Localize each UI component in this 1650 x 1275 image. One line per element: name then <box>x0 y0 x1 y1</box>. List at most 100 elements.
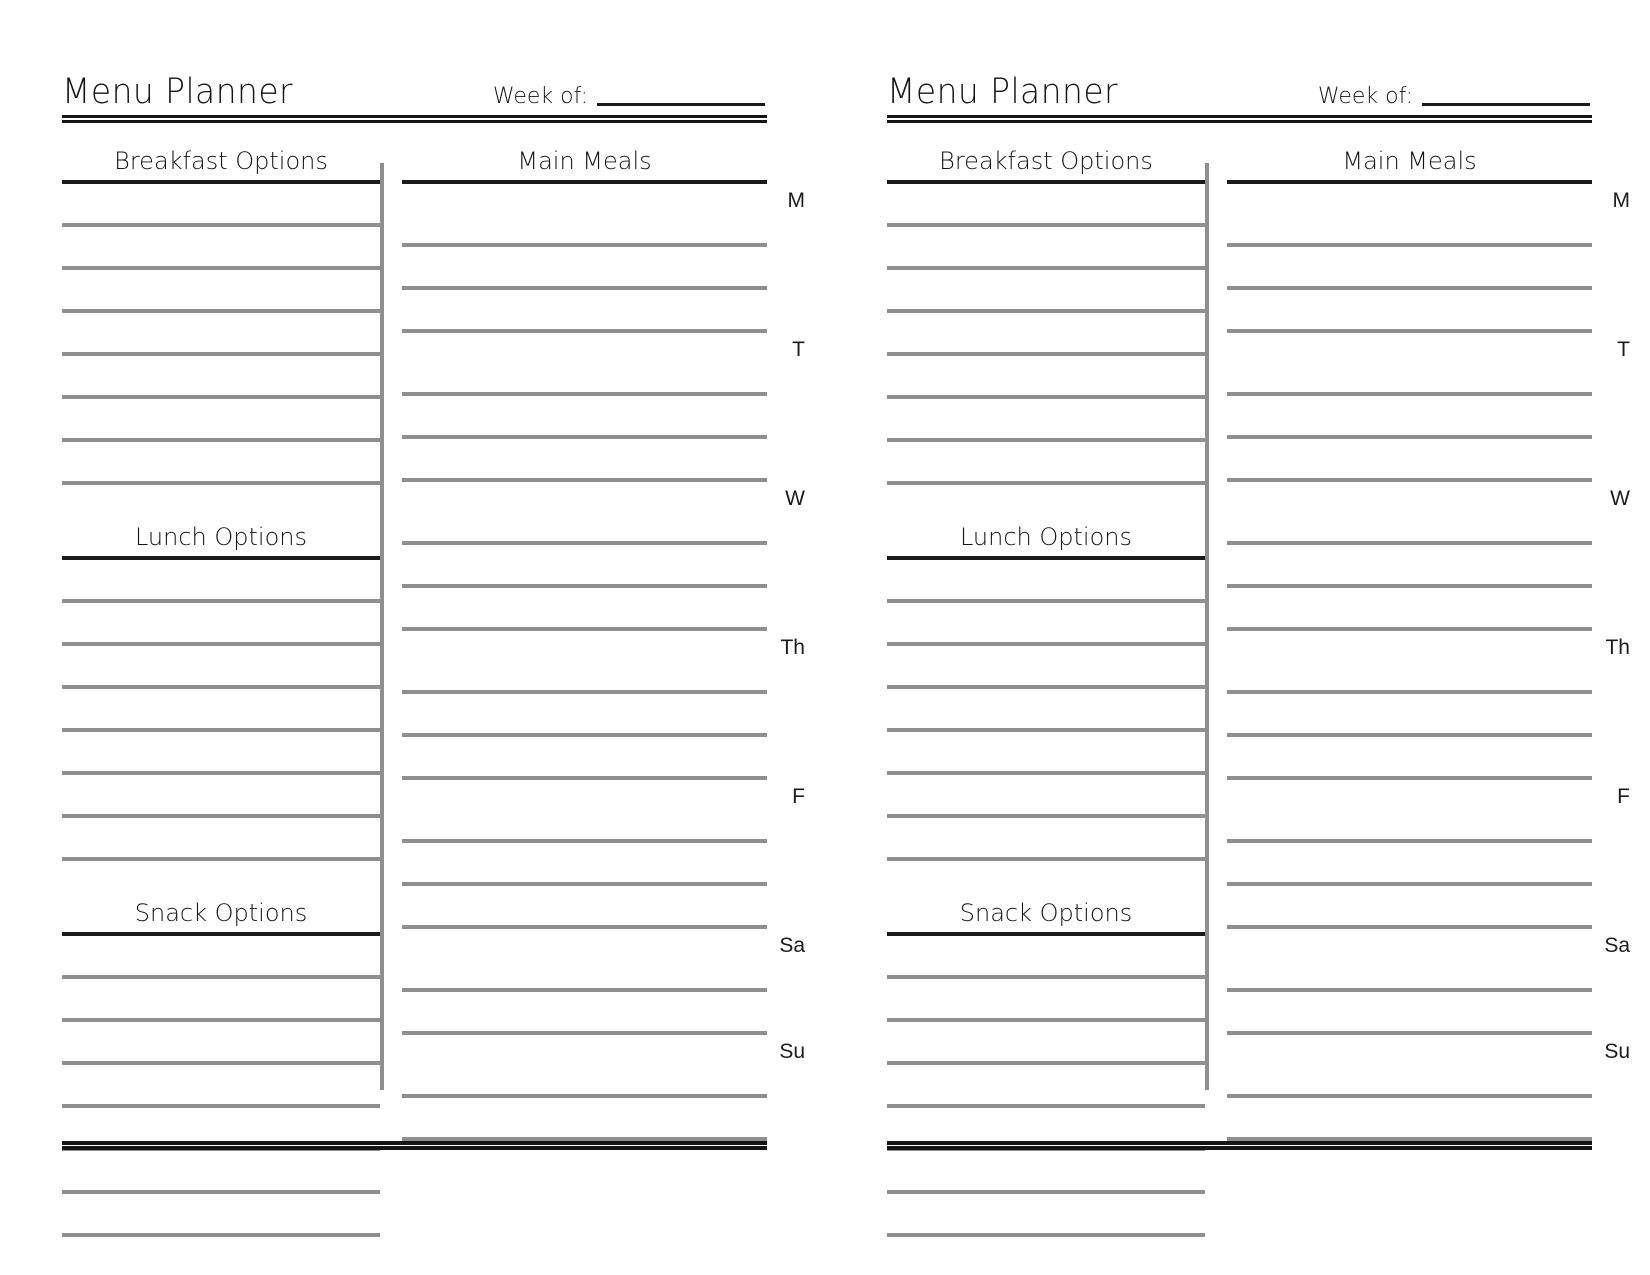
write-line[interactable] <box>1227 843 1592 886</box>
day-label: Th <box>1605 636 1630 659</box>
write-line[interactable] <box>887 227 1205 270</box>
write-line[interactable] <box>402 396 767 439</box>
day-label: F <box>792 785 805 808</box>
write-line[interactable] <box>1227 290 1592 333</box>
write-line[interactable] <box>887 646 1205 689</box>
write-line[interactable] <box>62 818 380 861</box>
write-line[interactable] <box>62 646 380 689</box>
write-line[interactable] <box>402 290 767 333</box>
write-line[interactable] <box>1227 545 1592 588</box>
write-line[interactable] <box>1227 1098 1592 1141</box>
day-group-wednesday: W <box>1227 482 1630 631</box>
write-line[interactable] <box>887 399 1205 442</box>
week-of-input[interactable] <box>1422 103 1590 106</box>
day-label: T <box>792 338 805 361</box>
write-line[interactable] <box>402 886 767 929</box>
day-group-saturday: Sa <box>402 929 805 1035</box>
week-of-field[interactable]: Week of: <box>1318 86 1590 110</box>
write-line[interactable] <box>887 356 1205 399</box>
write-line[interactable] <box>402 247 767 290</box>
write-line[interactable] <box>402 949 767 992</box>
section-lunch-options: Lunch Options <box>62 485 380 861</box>
write-line[interactable] <box>1227 353 1592 396</box>
write-line[interactable] <box>62 399 380 442</box>
write-line[interactable] <box>1227 800 1592 843</box>
write-line[interactable] <box>1227 737 1592 780</box>
write-line[interactable] <box>62 732 380 775</box>
write-line[interactable] <box>62 184 380 227</box>
week-of-field[interactable]: Week of: <box>493 86 765 110</box>
planner-header: Menu Planner Week of: <box>887 48 1592 110</box>
write-line[interactable] <box>402 439 767 482</box>
write-line[interactable] <box>62 689 380 732</box>
write-line[interactable] <box>402 1098 767 1141</box>
write-line[interactable] <box>402 545 767 588</box>
write-line[interactable] <box>402 502 767 545</box>
write-line[interactable] <box>1227 1055 1592 1098</box>
write-line[interactable] <box>887 270 1205 313</box>
write-line[interactable] <box>62 227 380 270</box>
write-line[interactable] <box>1227 694 1592 737</box>
write-line[interactable] <box>887 1194 1205 1237</box>
write-line[interactable] <box>62 270 380 313</box>
section-lunch-options: Lunch Options <box>887 485 1205 861</box>
write-line[interactable] <box>62 775 380 818</box>
write-line[interactable] <box>402 588 767 631</box>
write-line[interactable] <box>62 560 380 603</box>
write-line[interactable] <box>402 843 767 886</box>
write-line[interactable] <box>402 800 767 843</box>
write-line[interactable] <box>402 651 767 694</box>
write-line[interactable] <box>887 603 1205 646</box>
write-line[interactable] <box>1227 886 1592 929</box>
write-line[interactable] <box>402 204 767 247</box>
week-of-label: Week of: <box>492 84 588 109</box>
write-line[interactable] <box>62 1065 380 1108</box>
write-line[interactable] <box>887 936 1205 979</box>
day-spacer <box>402 1035 767 1055</box>
write-line[interactable] <box>1227 439 1592 482</box>
write-line[interactable] <box>887 818 1205 861</box>
day-group-monday: M <box>402 184 805 333</box>
write-line[interactable] <box>887 689 1205 732</box>
write-line[interactable] <box>402 737 767 780</box>
write-line[interactable] <box>1227 651 1592 694</box>
write-line[interactable] <box>62 1194 380 1237</box>
day-group-tuesday: T <box>402 333 805 482</box>
write-line[interactable] <box>62 1151 380 1194</box>
write-line[interactable] <box>62 936 380 979</box>
write-line[interactable] <box>402 694 767 737</box>
write-line[interactable] <box>1227 247 1592 290</box>
write-line[interactable] <box>887 560 1205 603</box>
write-line[interactable] <box>62 442 380 485</box>
write-line[interactable] <box>62 603 380 646</box>
write-line[interactable] <box>62 313 380 356</box>
write-line[interactable] <box>887 1151 1205 1194</box>
day-spacer <box>402 184 767 204</box>
write-line[interactable] <box>887 775 1205 818</box>
section-breakfast-options: Breakfast Options <box>887 149 1205 485</box>
write-line[interactable] <box>1227 588 1592 631</box>
write-line[interactable] <box>62 1022 380 1065</box>
write-line[interactable] <box>402 353 767 396</box>
write-line[interactable] <box>1227 396 1592 439</box>
write-line[interactable] <box>62 979 380 1022</box>
day-label: Th <box>780 636 805 659</box>
write-line[interactable] <box>402 992 767 1035</box>
write-line[interactable] <box>1227 204 1592 247</box>
write-line[interactable] <box>887 184 1205 227</box>
page-title: Menu Planner <box>62 72 294 112</box>
write-line[interactable] <box>402 1055 767 1098</box>
week-of-input[interactable] <box>597 103 765 106</box>
write-line[interactable] <box>1227 992 1592 1035</box>
write-line[interactable] <box>1227 949 1592 992</box>
write-line[interactable] <box>1227 502 1592 545</box>
write-line[interactable] <box>887 979 1205 1022</box>
day-label: W <box>785 487 805 510</box>
write-line[interactable] <box>887 442 1205 485</box>
write-line[interactable] <box>62 356 380 399</box>
section-heading: Snack Options <box>959 899 1133 927</box>
write-line[interactable] <box>887 1022 1205 1065</box>
write-line[interactable] <box>887 732 1205 775</box>
write-line[interactable] <box>887 1065 1205 1108</box>
write-line[interactable] <box>887 313 1205 356</box>
